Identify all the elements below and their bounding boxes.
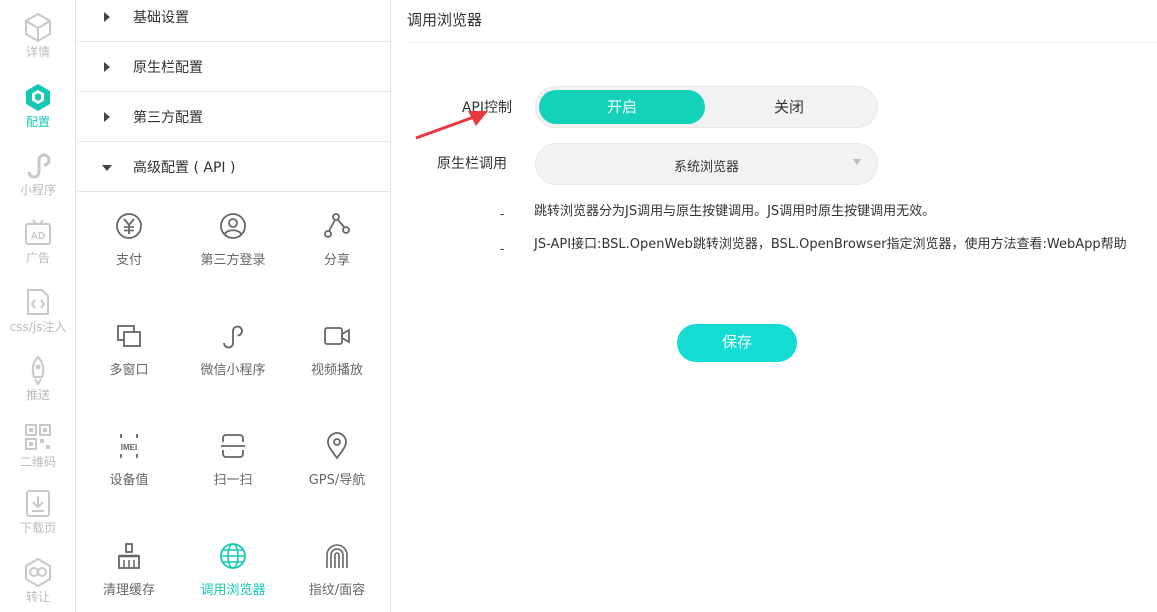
chevron-down-icon: [853, 159, 861, 165]
toggle-off-option[interactable]: 关闭: [706, 90, 872, 124]
section-label: 高级配置 ( API ): [133, 160, 236, 176]
svg-text:IMEI: IMEI: [121, 443, 137, 452]
note-text-1: 跳转浏览器分为JS调用与原生按键调用。JS调用时原生按键调用无效。: [534, 204, 936, 219]
ad-icon: AD: [25, 219, 51, 245]
scan-icon: [221, 434, 245, 458]
rail-item-config[interactable]: 配置: [0, 82, 76, 130]
rail-label: 配置: [25, 115, 50, 129]
feature-gps-navigation[interactable]: GPS/导航: [285, 432, 389, 512]
fingerprint-icon: [326, 544, 348, 568]
title-divider: [407, 42, 1157, 43]
feature-label: 支付: [115, 253, 142, 268]
feature-label: GPS/导航: [308, 473, 366, 488]
section-label: 原生栏配置: [133, 60, 203, 76]
toggle-on-option[interactable]: 开启: [539, 90, 705, 124]
main-content: 调用浏览器 API控制 开启 关闭 原生栏调用 系统浏览器 - 跳转浏览器分为J…: [392, 0, 1157, 612]
imei-icon: IMEI: [120, 434, 138, 458]
section-label: 基础设置: [133, 10, 189, 26]
section-label: 第三方配置: [133, 110, 203, 126]
rail-label: css/js注入: [9, 320, 67, 334]
svg-text:AD: AD: [31, 231, 45, 242]
caret-right-icon: [104, 12, 110, 22]
code-file-icon: [27, 289, 49, 315]
rail-label: 转让: [25, 590, 50, 604]
note-bullet: -: [500, 207, 505, 221]
yen-icon: [116, 213, 142, 239]
app-root: 详情 配置 小程序 AD 广告 css/js注入 推送 二维码 下载页 转让 基…: [0, 0, 1157, 612]
annotation-arrow-icon: [415, 111, 488, 140]
feature-payment[interactable]: 支付: [77, 212, 181, 292]
rail-label: 二维码: [19, 455, 56, 469]
globe-icon: [220, 543, 246, 569]
feature-video-play[interactable]: 视频播放: [285, 322, 389, 402]
user-circle-icon: [220, 213, 246, 239]
feature-scan[interactable]: 扫一扫: [181, 432, 285, 512]
qr-code-icon: [25, 424, 51, 450]
rail-item-transfer[interactable]: 转让: [0, 557, 76, 605]
section-native-bar-config[interactable]: 原生栏配置: [77, 42, 390, 92]
feature-share[interactable]: 分享: [285, 212, 389, 292]
rail-label: 推送: [25, 388, 50, 402]
config-panel: 基础设置 原生栏配置 第三方配置 高级配置 ( API ) 支付 第三方登录 分…: [77, 0, 391, 612]
feature-clear-cache[interactable]: 清理缓存: [77, 542, 181, 612]
rail-item-code-inject[interactable]: css/js注入: [0, 287, 76, 335]
note-text-2: JS-API接口:BSL.OpenWeb跳转浏览器，BSL.OpenBrowse…: [534, 237, 1127, 252]
transfer-icon: [25, 557, 51, 587]
location-pin-icon: [327, 432, 347, 460]
rail-item-mini-program[interactable]: 小程序: [0, 150, 76, 198]
rail-label: 小程序: [19, 183, 56, 197]
native-bar-call-label: 原生栏调用: [437, 156, 507, 172]
rail-item-ads[interactable]: AD 广告: [0, 218, 76, 266]
caret-right-icon: [104, 62, 110, 72]
mini-program-icon: [223, 325, 243, 349]
feature-third-party-login[interactable]: 第三方登录: [181, 212, 285, 292]
caret-right-icon: [104, 112, 110, 122]
rail-label: 详情: [25, 45, 50, 59]
video-icon: [324, 327, 350, 345]
feature-call-browser[interactable]: 调用浏览器: [181, 542, 285, 612]
feature-label: 清理缓存: [102, 583, 155, 598]
feature-device-value[interactable]: IMEI 设备值: [77, 432, 181, 512]
browser-select-value: 系统浏览器: [673, 160, 739, 175]
note-bullet: -: [500, 242, 505, 256]
feature-label: 微信小程序: [200, 363, 266, 378]
api-control-toggle: 开启 关闭: [535, 86, 878, 128]
section-third-party-config[interactable]: 第三方配置: [77, 92, 390, 142]
side-rail: 详情 配置 小程序 AD 广告 css/js注入 推送 二维码 下载页 转让: [0, 0, 76, 612]
feature-label: 多窗口: [109, 363, 149, 378]
broom-icon: [118, 543, 140, 569]
feature-label: 调用浏览器: [200, 583, 266, 598]
rail-item-push[interactable]: 推送: [0, 355, 76, 403]
mini-program-icon: [27, 153, 51, 179]
feature-label: 扫一扫: [213, 473, 253, 488]
feature-label: 设备值: [109, 473, 149, 488]
download-page-icon: [26, 490, 50, 517]
feature-multi-window[interactable]: 多窗口: [77, 322, 181, 402]
save-button[interactable]: 保存: [677, 324, 797, 362]
feature-label: 指纹/面容: [308, 583, 366, 598]
feature-wechat-mini-program[interactable]: 微信小程序: [181, 322, 285, 402]
rail-item-details[interactable]: 详情: [0, 12, 76, 60]
feature-label: 第三方登录: [200, 253, 266, 268]
multi-window-icon: [117, 325, 141, 347]
cube-outline-icon: [25, 12, 51, 42]
rocket-icon: [31, 355, 45, 385]
section-advanced-config[interactable]: 高级配置 ( API ): [77, 142, 390, 192]
rail-label: 广告: [25, 251, 50, 265]
feature-label: 分享: [323, 253, 350, 268]
browser-select[interactable]: 系统浏览器: [535, 143, 878, 185]
rail-label: 下载页: [19, 521, 56, 535]
rail-item-download-page[interactable]: 下载页: [0, 488, 76, 536]
feature-fingerprint-face[interactable]: 指纹/面容: [285, 542, 389, 612]
caret-down-icon: [102, 165, 112, 171]
section-basic-settings[interactable]: 基础设置: [77, 0, 390, 42]
feature-label: 视频播放: [310, 363, 363, 378]
page-title: 调用浏览器: [407, 11, 483, 29]
rail-item-qrcode[interactable]: 二维码: [0, 422, 76, 470]
share-icon: [324, 213, 350, 238]
cube-filled-icon: [26, 84, 50, 111]
